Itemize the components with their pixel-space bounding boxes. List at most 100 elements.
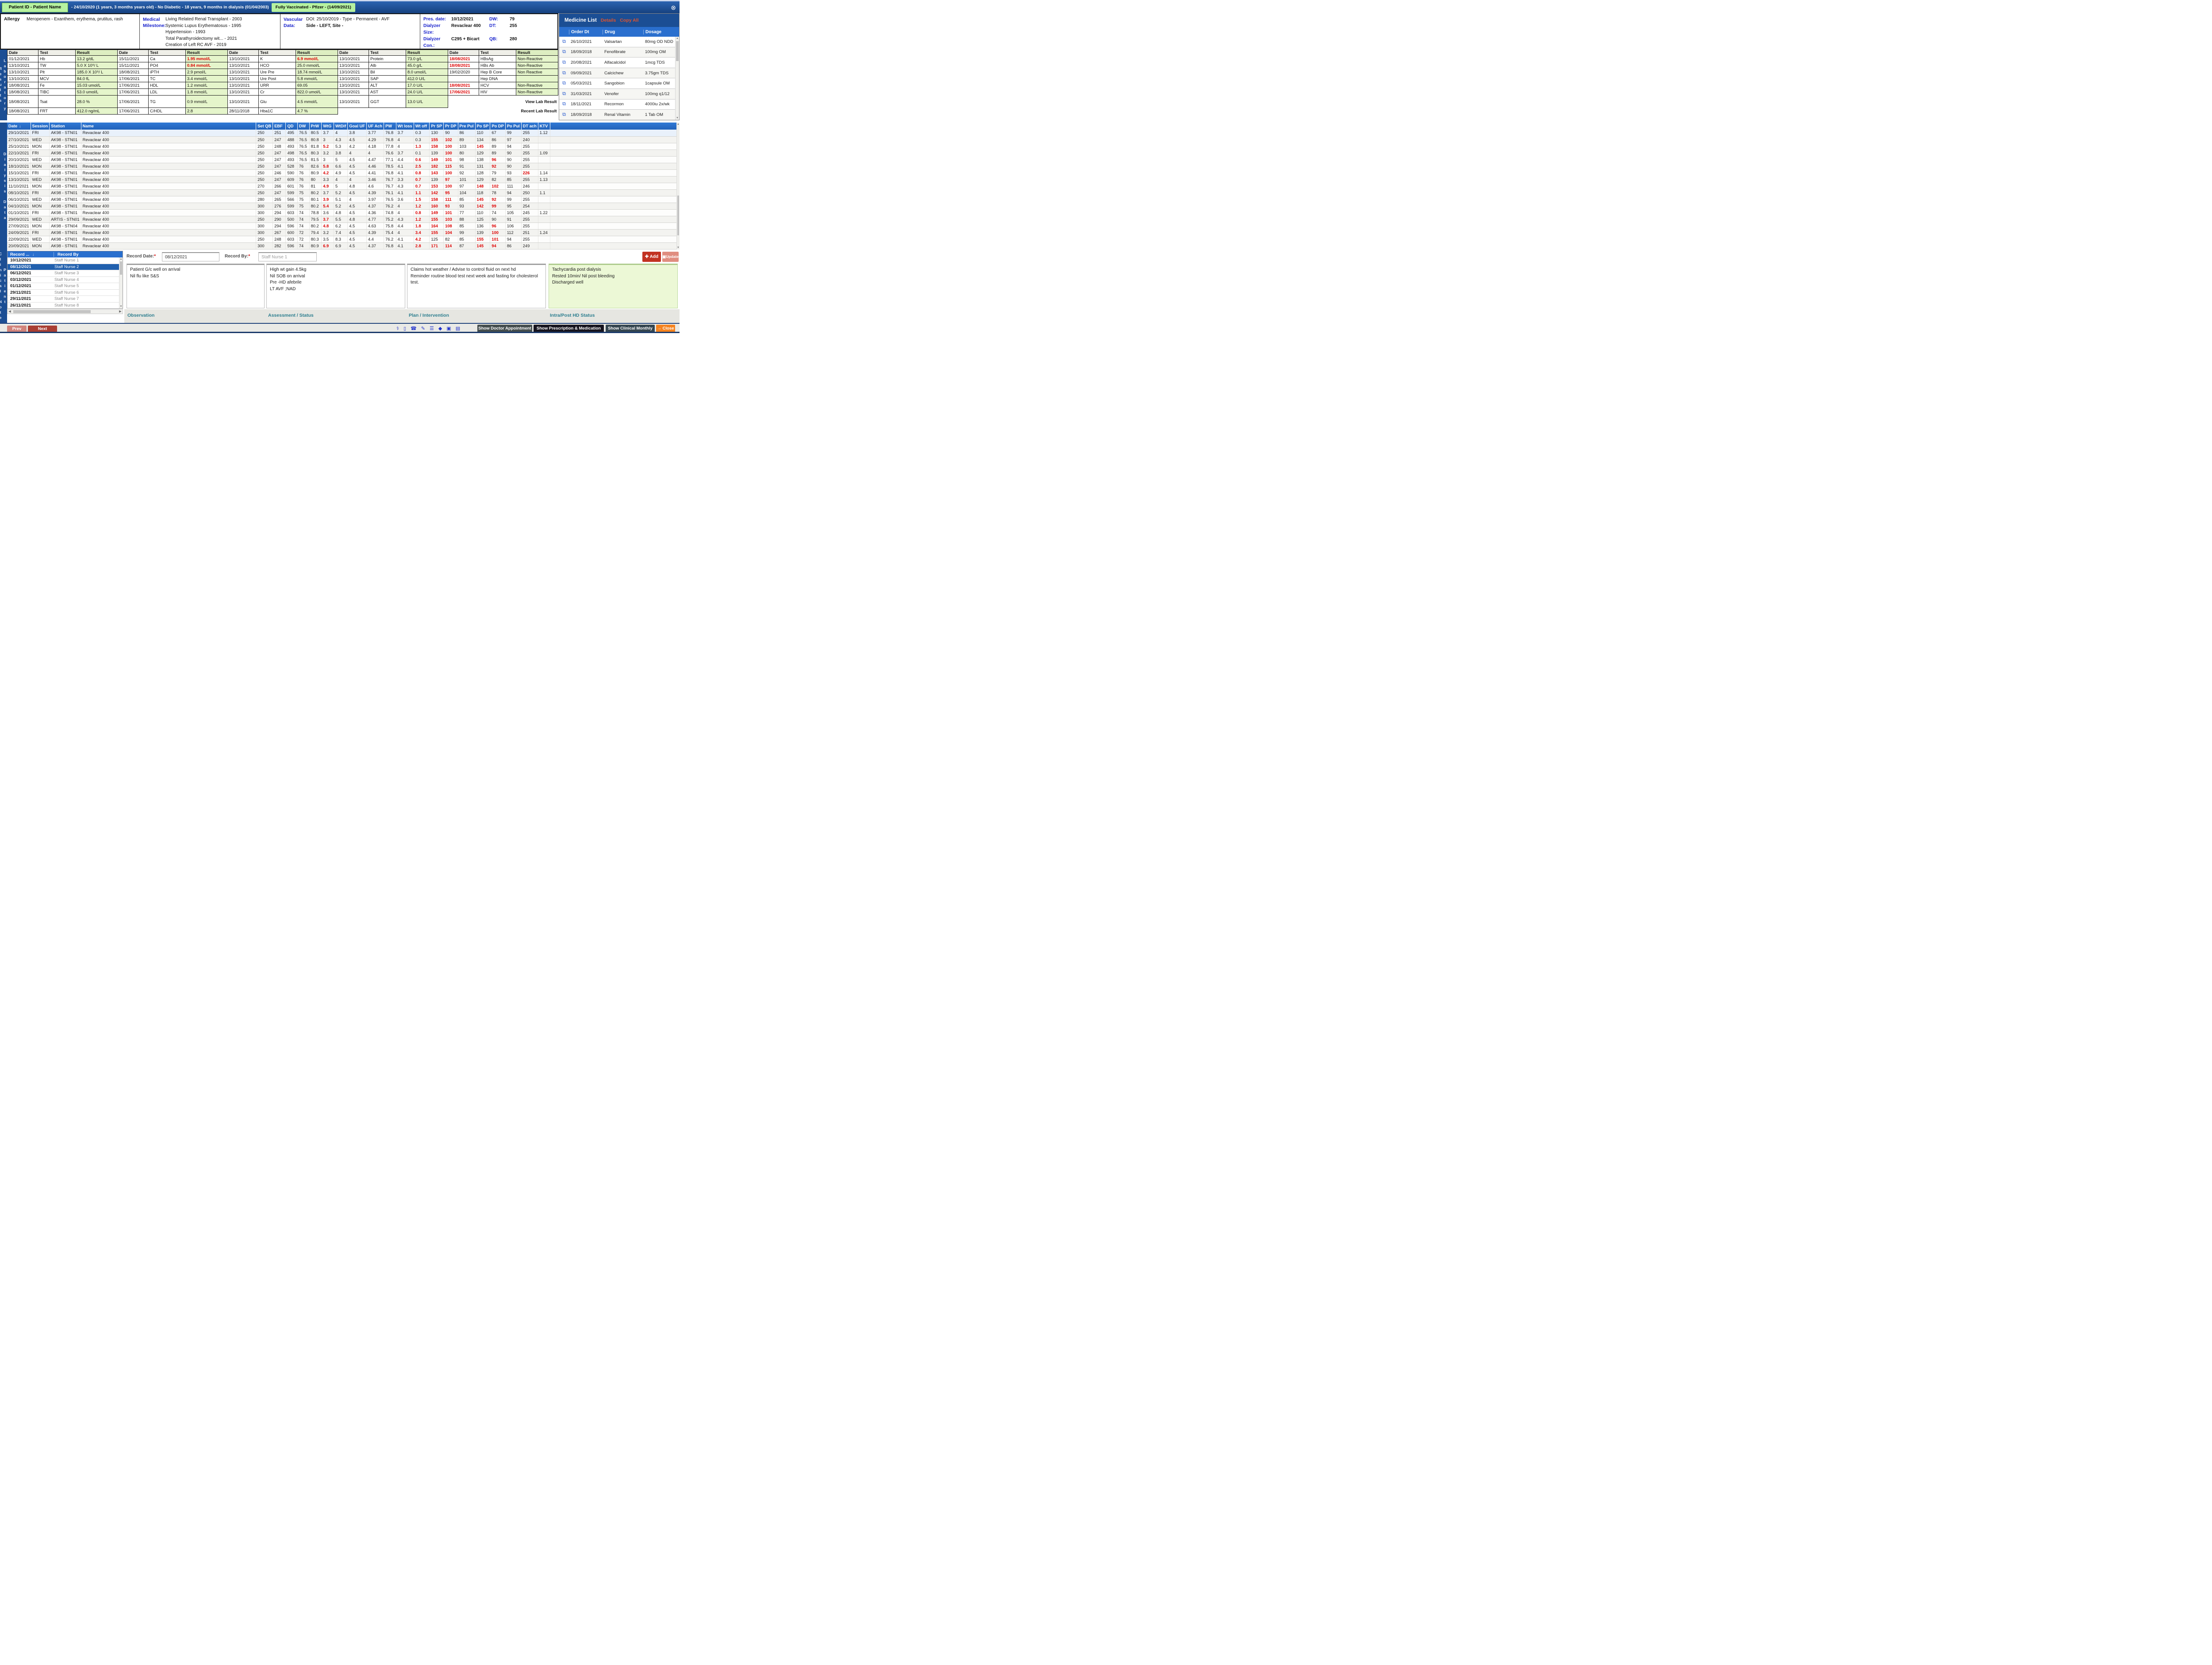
mobile-icon[interactable]: ☎ (411, 326, 417, 332)
copy-icon[interactable]: ⧉ (559, 101, 569, 107)
dialysis-col-header[interactable]: Po SP (475, 123, 490, 130)
scroll-right-icon[interactable]: ▶ (118, 310, 123, 314)
dialysis-col-header[interactable]: Session (31, 123, 50, 130)
scroll-thumb[interactable] (677, 196, 679, 235)
dialysis-col-header[interactable]: Wt loss (396, 123, 414, 130)
scroll-thumb[interactable] (676, 41, 679, 61)
dialysis-col-header[interactable]: KTV (538, 123, 550, 130)
medicine-row[interactable]: ⧉18/09/2018Fenofibrate100mg OM (559, 47, 675, 58)
list-icon[interactable]: ☰ (430, 326, 434, 332)
copy-icon[interactable]: ⧉ (559, 39, 569, 45)
dialysis-col-header[interactable]: PrW (309, 123, 322, 130)
medicine-row[interactable]: ⧉18/09/2018Renal Vitamin1 Tab OM (559, 110, 675, 120)
note-list-item[interactable]: 29/11/2021Staff Nurse 7 (8, 296, 119, 303)
dialysis-col-header[interactable]: EBF (273, 123, 286, 130)
note-list-hscrollbar[interactable]: ◀ ▶ (7, 309, 123, 314)
copy-icon[interactable]: ⧉ (559, 91, 569, 97)
add-button[interactable]: ✚ Add (642, 252, 661, 262)
record-date-input[interactable] (162, 252, 219, 261)
dialysis-col-header[interactable]: Goal UF (348, 123, 367, 130)
scroll-thumb[interactable] (13, 310, 91, 313)
chart-edit-icon[interactable]: ✎ (421, 326, 425, 332)
observation-textarea[interactable]: Patient G/c well on arrival Nil flu like… (127, 264, 265, 308)
lab-result-link[interactable]: Recent Lab Result (448, 108, 558, 115)
medicine-row[interactable]: ⧉18/11/2021Recormon4000iu 2x/wk (559, 100, 675, 110)
dialysis-row[interactable]: 06/10/2021WEDAK98 - STN01Revaclear 40028… (7, 196, 680, 203)
dialysis-row[interactable]: 15/10/2021FRIAK98 - STN01Revaclear 40025… (7, 169, 680, 176)
dialysis-row[interactable]: 08/10/2021FRIAK98 - STN01Revaclear 40025… (7, 189, 680, 196)
id-card-icon[interactable]: ▯ (403, 326, 406, 332)
next-button[interactable]: Next (28, 326, 57, 332)
dialysis-col-header[interactable]: WtG (322, 123, 334, 130)
scroll-up-icon[interactable]: ▲ (676, 37, 679, 40)
scroll-down-icon[interactable]: ▼ (119, 305, 123, 308)
dialysis-col-header[interactable]: DT ach (521, 123, 538, 130)
dialysis-row[interactable]: 24/09/2021FRIAK98 - STN01Revaclear 40030… (7, 229, 680, 236)
copy-icon[interactable]: ⧉ (559, 112, 569, 118)
note-list-item[interactable]: 06/12/2021Staff Nurse 3 (8, 270, 119, 277)
scroll-left-icon[interactable]: ◀ (8, 310, 12, 314)
dialysis-col-header[interactable]: QD (286, 123, 297, 130)
dialysis-col-header[interactable]: WtDif (334, 123, 347, 130)
note-list-item[interactable]: 08/12/2021Staff Nurse 2 (8, 264, 119, 271)
note-list-item[interactable]: 03/12/2021Staff Nurse 4 (8, 277, 119, 284)
dialysis-col-header[interactable]: Po Pul (505, 123, 521, 130)
dialysis-row[interactable]: 25/10/2021MONAK98 - STN01Revaclear 40025… (7, 143, 680, 150)
printer-icon[interactable]: ▤ (456, 326, 460, 332)
prev-button[interactable]: Prev (7, 326, 27, 332)
dialysis-col-header[interactable]: PW (384, 123, 396, 130)
note-col-record-by[interactable]: Record By (54, 252, 123, 257)
dialysis-row[interactable]: 27/09/2021MONAK98 - STN04Revaclear 40030… (7, 223, 680, 229)
dialysis-row[interactable]: 13/10/2021WEDAK98 - STN01Revaclear 40025… (7, 176, 680, 183)
dialysis-row[interactable]: 01/10/2021FRIAK98 - STN01Revaclear 40030… (7, 209, 680, 216)
dialysis-col-header[interactable]: Wt off (414, 123, 430, 130)
dialysis-col-header[interactable]: UF Ach (366, 123, 384, 130)
scroll-down-icon[interactable]: ▼ (676, 116, 679, 120)
dialysis-row[interactable]: 22/09/2021WEDAK98 - STN01Revaclear 40025… (7, 236, 680, 242)
note-col-record-date[interactable]: Record ... ↓ (8, 252, 54, 257)
dialysis-row[interactable]: 04/10/2021MONAK98 - STN01Revaclear 40030… (7, 203, 680, 209)
dialysis-row[interactable]: 20/10/2021WEDAK98 - STN01Revaclear 40025… (7, 156, 680, 163)
dialysis-row[interactable]: 18/10/2021MONAK98 - STN01Revaclear 40025… (7, 163, 680, 169)
dialysis-col-header[interactable]: Name (81, 123, 256, 130)
copy-icon[interactable]: ⧉ (559, 70, 569, 76)
dialysis-row[interactable]: 11/10/2021MONAK98 - STN01Revaclear 40027… (7, 183, 680, 189)
dialysis-col-header[interactable]: Date↓ (7, 123, 31, 130)
dialysis-col-header[interactable]: Station (50, 123, 81, 130)
medicine-row[interactable]: ⧉31/03/2021Venofer100mg q1/12 (559, 89, 675, 100)
scroll-thumb[interactable] (120, 261, 122, 275)
medicine-copy-all-link[interactable]: Copy All (620, 18, 638, 23)
dialysis-col-header[interactable]: Pr DP (444, 123, 458, 130)
note-list-item[interactable]: 26/11/2021Staff Nurse 8 (8, 303, 119, 309)
dialysis-row[interactable]: 22/10/2021FRIAK98 - STN01Revaclear 40025… (7, 150, 680, 156)
close-icon[interactable]: ⊗ (671, 4, 676, 11)
dialysis-col-header[interactable]: Pr SP (430, 123, 444, 130)
medicine-details-link[interactable]: Details (601, 18, 616, 23)
copy-icon[interactable]: ⧉ (559, 81, 569, 86)
lab-result-link[interactable]: View Lab Result (448, 96, 558, 108)
scroll-down-icon[interactable]: ▼ (677, 246, 680, 249)
scroll-up-icon[interactable]: ▲ (119, 257, 123, 261)
record-by-input[interactable] (258, 252, 317, 261)
dialysis-scrollbar[interactable]: ▲ ▼ (676, 123, 680, 249)
note-list-item[interactable]: 10/12/2021Staff Nurse 1 (8, 257, 119, 264)
dialysis-col-header[interactable]: Set QB (256, 123, 273, 130)
copy-icon[interactable]: ⧉ (559, 49, 569, 55)
dialysis-row[interactable]: 20/09/2021MONAK98 - STN01Revaclear 40030… (7, 242, 680, 249)
briefcase-icon[interactable]: ▣ (446, 326, 451, 332)
dialysis-col-header[interactable]: Pre Pul (458, 123, 475, 130)
dialysis-col-header[interactable]: Po DP (490, 123, 505, 130)
note-list-scrollbar[interactable]: ▲ ▼ (119, 257, 123, 308)
note-list-item[interactable]: 29/11/2021Staff Nurse 6 (8, 290, 119, 296)
note-list-item[interactable]: 01/12/2021Staff Nurse 5 (8, 283, 119, 290)
dialysis-row[interactable]: 29/09/2021WEDARTIS - STN01Revaclear 4002… (7, 216, 680, 223)
droplet-icon[interactable]: ◆ (438, 326, 442, 332)
dialysis-col-header[interactable]: DW (297, 123, 309, 130)
medicine-row[interactable]: ⧉26/10/2021Valsartan80mg OD NDD (559, 37, 675, 47)
dialysis-row[interactable]: 29/10/2021FRIAK98 - STN01Revaclear 40025… (7, 130, 680, 136)
scroll-up-icon[interactable]: ▲ (677, 123, 680, 126)
dialysis-row[interactable]: 27/10/2021WEDAK98 - STN01Revaclear 40025… (7, 136, 680, 143)
stethoscope-icon[interactable]: ⚕ (396, 326, 399, 332)
intra-post-hd-textarea[interactable]: Tachycardia post dialysis Rested 10min/ … (549, 264, 678, 308)
update-button[interactable]: ▣Update (662, 252, 679, 262)
